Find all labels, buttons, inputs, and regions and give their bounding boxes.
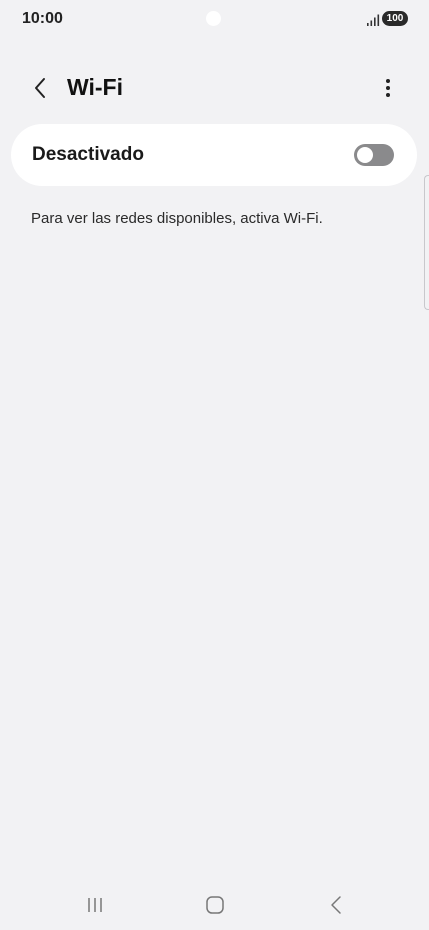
page-title: Wi-Fi xyxy=(67,74,123,100)
status-time: 10:00 xyxy=(22,10,63,27)
back-icon xyxy=(331,896,341,914)
status-bar: 10:00 100 xyxy=(0,0,429,40)
system-back-button[interactable] xyxy=(318,892,354,918)
wifi-switch[interactable] xyxy=(354,144,394,166)
recents-button[interactable] xyxy=(77,892,113,918)
wifi-toggle-card[interactable]: Desactivado xyxy=(11,124,417,186)
app-header: Wi-Fi xyxy=(0,60,429,116)
wifi-toggle-label: Desactivado xyxy=(32,144,144,165)
home-button[interactable] xyxy=(197,892,233,918)
home-icon xyxy=(206,896,224,914)
wifi-hint-text: Para ver las redes disponibles, activa W… xyxy=(31,210,323,227)
navigation-bar xyxy=(0,880,429,930)
camera-cutout xyxy=(206,11,221,26)
back-button[interactable] xyxy=(26,74,54,102)
recents-icon xyxy=(88,898,102,912)
more-vertical-icon xyxy=(386,79,390,97)
signal-bars-icon xyxy=(366,13,380,26)
battery-badge: 100 xyxy=(382,11,408,26)
switch-knob xyxy=(357,147,373,163)
scroll-indicator[interactable] xyxy=(424,175,429,310)
chevron-left-icon xyxy=(35,78,45,98)
more-options-button[interactable] xyxy=(376,74,400,102)
